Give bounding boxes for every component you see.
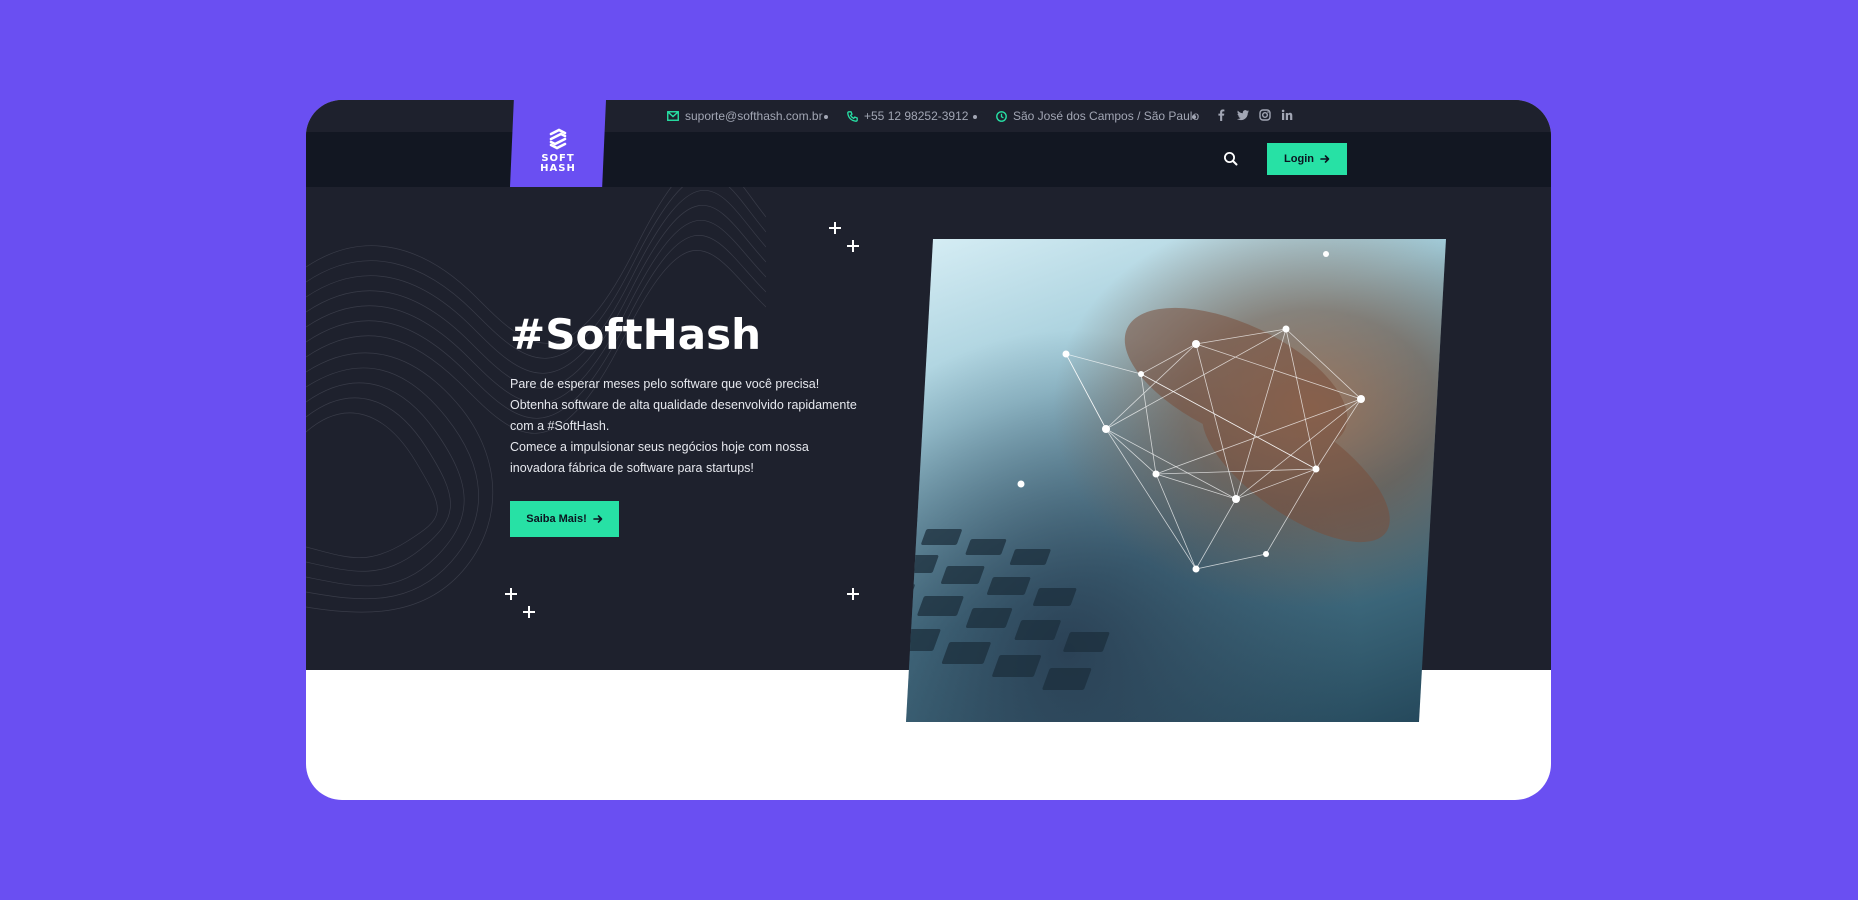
separator-dot (824, 115, 828, 119)
logo[interactable]: SOFT HASH (510, 100, 606, 187)
plus-decoration (847, 588, 859, 600)
hero-image (906, 239, 1446, 722)
plus-decoration (523, 606, 535, 618)
softhash-logo-icon (549, 128, 567, 149)
clock-icon (996, 110, 1007, 122)
plus-decoration (829, 222, 841, 234)
plus-decoration (847, 240, 859, 252)
contact-phone[interactable]: +55 12 98252-3912 (847, 109, 968, 123)
separator-dot (1192, 115, 1196, 119)
phone-text: +55 12 98252-3912 (864, 109, 969, 123)
search-icon[interactable] (1222, 150, 1240, 168)
page-frame: suporte@softhash.com.br +55 12 98252-391… (306, 100, 1551, 800)
keyboard-network-illustration (906, 251, 1390, 690)
login-button-label: Login (1284, 153, 1314, 165)
social-links (1214, 108, 1294, 122)
learn-more-button[interactable]: Saiba Mais! (510, 501, 619, 537)
hero-line: Pare de esperar meses pelo software que … (510, 377, 820, 391)
arrow-right-icon (1320, 155, 1330, 163)
hero-line: Comece a impulsionar seus negócios hoje … (510, 440, 809, 475)
hero-title: #SoftHash (510, 310, 762, 359)
hero-description: Pare de esperar meses pelo software que … (510, 374, 860, 479)
contact-location: São José dos Campos / São Paulo (996, 109, 1199, 123)
twitter-icon[interactable] (1236, 108, 1250, 122)
logo-text: SOFT HASH (540, 152, 576, 174)
main-navbar: Login (306, 132, 1551, 187)
arrow-right-icon (592, 515, 603, 523)
instagram-icon[interactable] (1258, 108, 1272, 122)
email-text: suporte@softhash.com.br (685, 109, 823, 123)
linkedin-icon[interactable] (1280, 108, 1294, 122)
plus-decoration (505, 588, 517, 600)
login-button[interactable]: Login (1267, 143, 1347, 175)
separator-dot (973, 115, 977, 119)
phone-icon (847, 110, 858, 122)
email-icon (667, 111, 679, 121)
contact-email[interactable]: suporte@softhash.com.br (667, 109, 823, 123)
facebook-icon[interactable] (1214, 108, 1228, 122)
location-text: São José dos Campos / São Paulo (1013, 109, 1200, 123)
hero-line: Obtenha software de alta qualidade desen… (510, 398, 857, 433)
learn-more-label: Saiba Mais! (526, 513, 587, 525)
top-info-bar: suporte@softhash.com.br +55 12 98252-391… (306, 100, 1551, 132)
